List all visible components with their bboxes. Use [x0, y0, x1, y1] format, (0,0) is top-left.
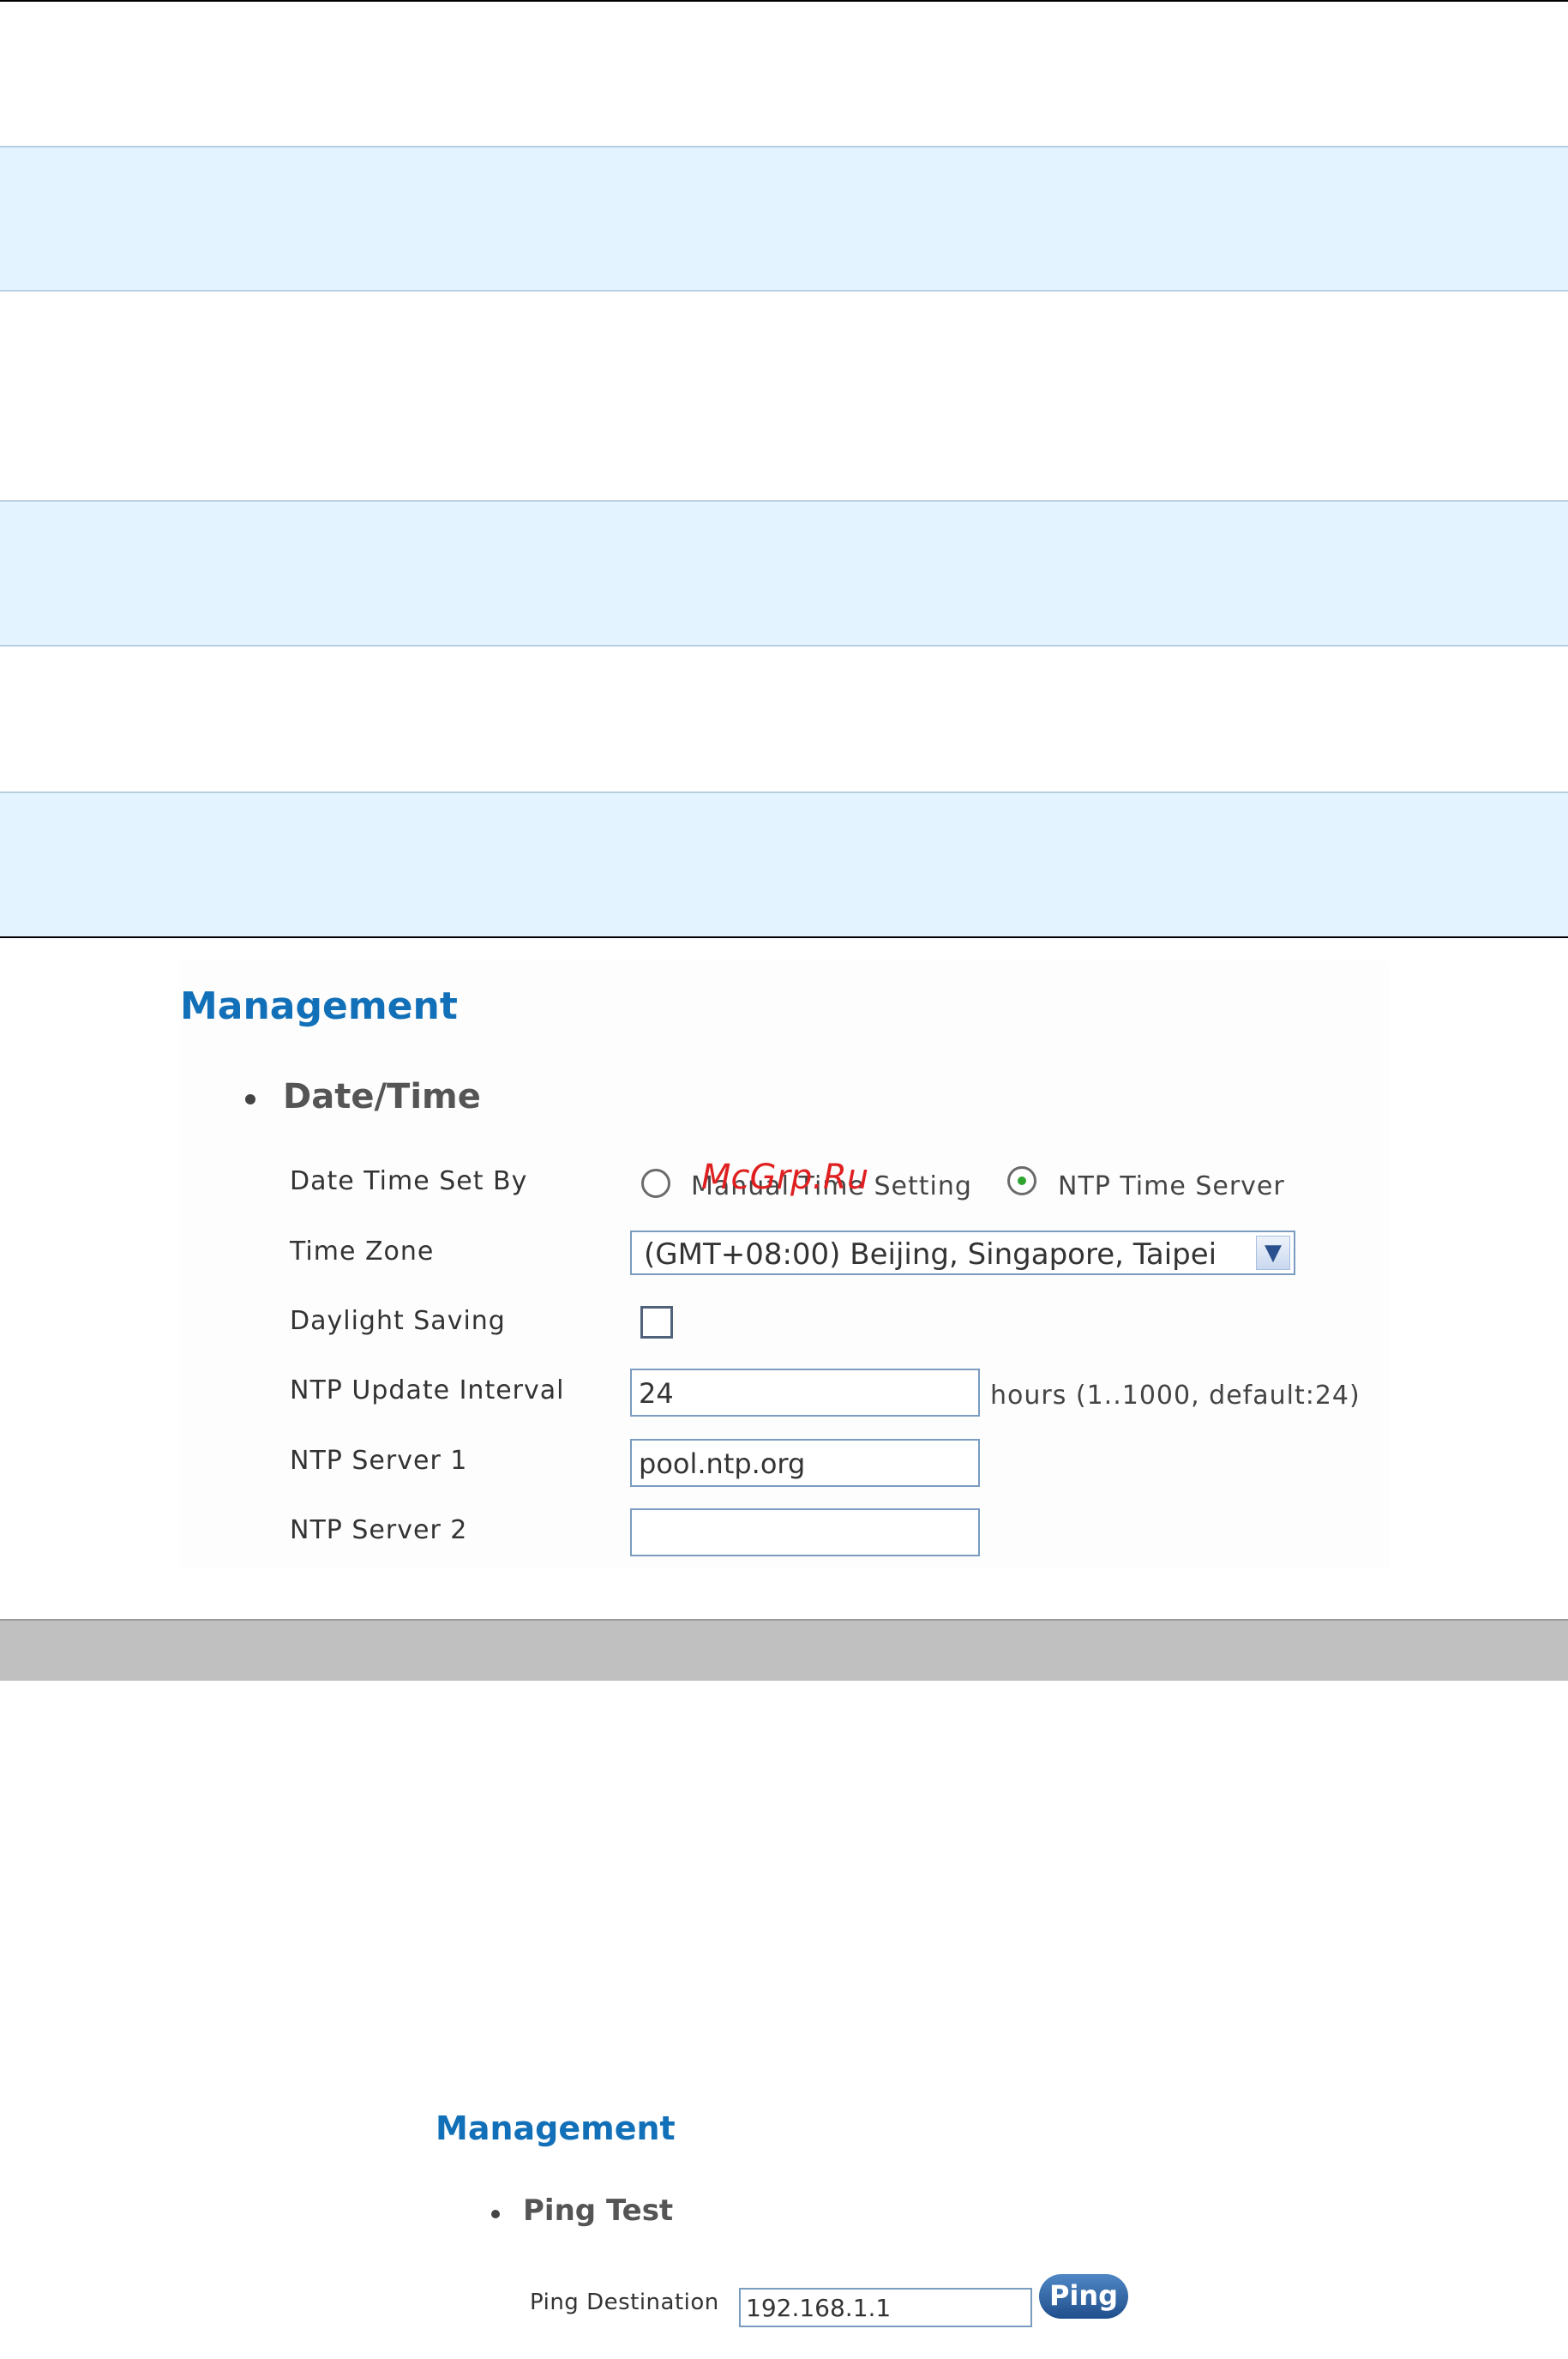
bullet-icon	[491, 2210, 500, 2218]
chevron-down-icon[interactable]: ▼	[1256, 1236, 1290, 1270]
ping-section-title: Ping Test	[523, 2194, 674, 2228]
grey-section-bar	[0, 1619, 1568, 1681]
section-title: Date/Time	[283, 1077, 481, 1116]
page-title: Management	[180, 984, 458, 1028]
ping-button[interactable]: Ping	[1039, 2274, 1128, 2319]
table-row-divider	[0, 791, 1568, 793]
table-bottom-border	[0, 936, 1568, 938]
ntp-server-2-input[interactable]	[630, 1508, 980, 1556]
ntp-server-1-input[interactable]: pool.ntp.org	[630, 1439, 980, 1487]
radio-selected-dot	[1018, 1176, 1026, 1185]
time-zone-select[interactable]: (GMT+08:00) Beijing, Singapore, Taipei ▼	[630, 1231, 1295, 1275]
table-row-divider	[0, 146, 1568, 147]
daylight-saving-label: Daylight Saving	[290, 1306, 506, 1336]
ping-destination-label: Ping Destination	[530, 2290, 719, 2315]
ntp-update-interval-input[interactable]: 24	[630, 1369, 980, 1417]
time-zone-value: (GMT+08:00) Beijing, Singapore, Taipei	[644, 1237, 1217, 1272]
ping-page-title: Management	[436, 2109, 676, 2147]
ntp-time-server-label: NTP Time Server	[1058, 1171, 1285, 1201]
table-row-divider	[0, 645, 1568, 647]
table-row-band-2	[0, 500, 1568, 646]
daylight-saving-checkbox[interactable]	[640, 1306, 673, 1339]
date-time-set-by-label: Date Time Set By	[290, 1166, 528, 1196]
table-row-band-1	[0, 146, 1568, 292]
table-top-border	[0, 0, 1568, 2]
bullet-icon	[245, 1094, 255, 1104]
watermark-text: McGrp.Ru	[701, 1158, 869, 1197]
ntp-server-2-label: NTP Server 2	[290, 1515, 468, 1545]
table-row-divider	[0, 500, 1568, 502]
table-row-divider	[0, 290, 1568, 292]
ntp-time-server-radio[interactable]	[1007, 1166, 1036, 1195]
ntp-server-1-label: NTP Server 1	[290, 1446, 468, 1476]
ping-destination-input[interactable]: 192.168.1.1	[739, 2288, 1032, 2327]
ntp-update-interval-hint: hours (1..1000, default:24)	[990, 1381, 1361, 1411]
ntp-update-interval-label: NTP Update Interval	[290, 1375, 565, 1405]
time-zone-label: Time Zone	[290, 1237, 435, 1267]
manual-time-radio[interactable]	[641, 1169, 670, 1198]
table-row-band-3	[0, 791, 1568, 937]
